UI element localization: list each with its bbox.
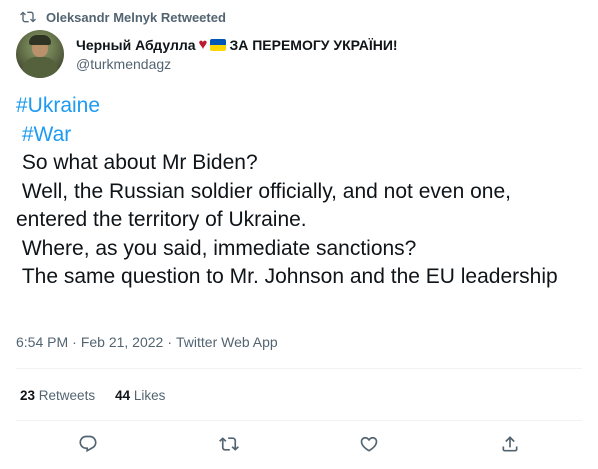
like-icon (360, 436, 378, 452)
retweet-icon (20, 11, 36, 23)
tweet-line-2: Well, the Russian soldier officially, an… (16, 179, 517, 232)
tweet-stats: 23 Retweets 44 Likes (20, 388, 165, 403)
like-button[interactable] (357, 432, 381, 456)
tweet-line-3: Where, as you said, immediate sanctions? (16, 236, 417, 260)
divider (16, 420, 582, 421)
hashtag-ukraine[interactable]: #Ukraine (16, 94, 100, 117)
author-handle[interactable]: @turkmendagz (76, 56, 398, 72)
retweets-stat[interactable]: 23 Retweets (20, 388, 95, 403)
author-slogan: ЗА ПЕРЕМОГУ УКРАЇНИ! (229, 36, 398, 53)
tweet-line-4: The same question to Mr. Johnson and the… (16, 265, 558, 288)
divider (16, 368, 582, 369)
tweet-actions (0, 432, 598, 458)
tweet-source[interactable]: Twitter Web App (176, 334, 278, 350)
reply-icon (79, 435, 97, 453)
retweeted-by-label: Oleksandr Melnyk Retweeted (46, 9, 226, 25)
retweet-button[interactable] (217, 432, 241, 456)
avatar[interactable] (16, 30, 64, 78)
tweet-author: Черный Абдулла ♥ ЗА ПЕРЕМОГУ УКРАЇНИ! @t… (16, 30, 398, 78)
tweet-date[interactable]: Feb 21, 2022 (81, 334, 164, 350)
tweet-time[interactable]: 6:54 PM (16, 334, 68, 350)
tweet-text: #Ukraine #War So what about Mr Biden? We… (16, 92, 582, 292)
likes-stat[interactable]: 44 Likes (115, 388, 165, 403)
author-display-name[interactable]: Черный Абдулла ♥ ЗА ПЕРЕМОГУ УКРАЇНИ! (76, 36, 398, 53)
share-button[interactable] (498, 432, 522, 456)
tweet-metadata: 6:54 PM · Feb 21, 2022 · Twitter Web App (16, 334, 278, 350)
tweet-line-1: So what about Mr Biden? (16, 151, 258, 174)
author-name-text: Черный Абдулла (76, 36, 196, 53)
share-icon (502, 436, 518, 452)
retweet-icon (219, 437, 239, 451)
reply-button[interactable] (76, 432, 100, 456)
retweeted-by-banner[interactable]: Oleksandr Melnyk Retweeted (20, 8, 226, 26)
heart-emoji: ♥ (198, 36, 208, 53)
ukraine-flag-emoji (210, 38, 227, 51)
hashtag-war[interactable]: #War (22, 123, 71, 146)
